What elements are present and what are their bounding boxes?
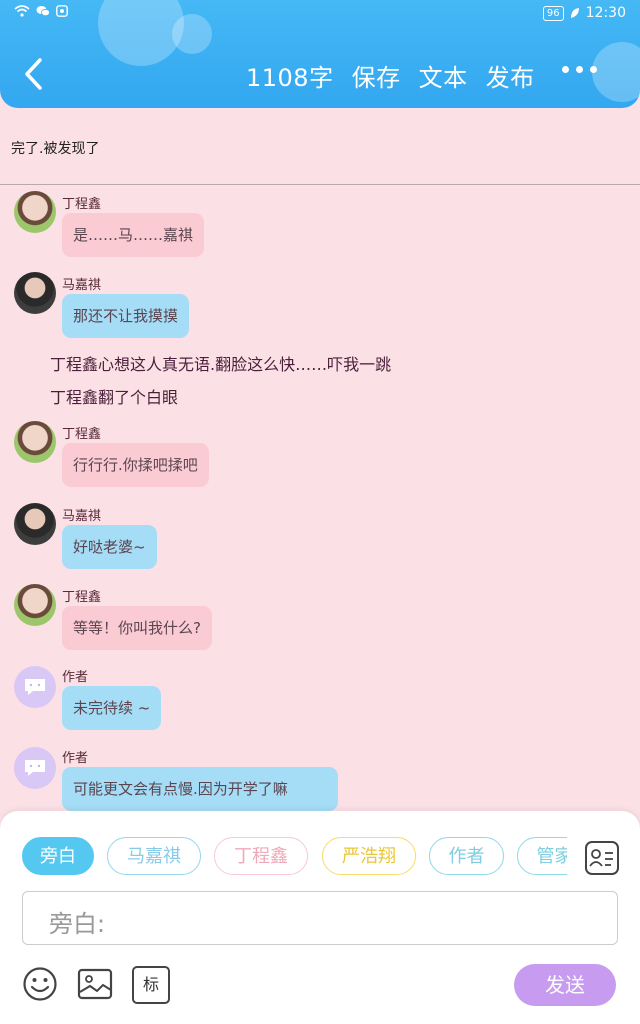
sender-name: 丁程鑫 xyxy=(62,197,102,212)
leaf-icon xyxy=(570,8,579,18)
sender-name: 作者 xyxy=(62,670,89,685)
chapter-title: 完了.被发现了 xyxy=(11,141,100,157)
chat-bubble-icon xyxy=(25,760,45,776)
status-bar: 96 12:30 xyxy=(0,0,640,26)
avatar[interactable] xyxy=(14,666,56,708)
chevron-left-icon[interactable] xyxy=(20,56,50,92)
role-chip-ma-jiaqi[interactable]: 马嘉祺 xyxy=(107,837,201,875)
role-chip-butler[interactable]: 管家 xyxy=(517,837,567,875)
top-bar: 96 12:30 1108字 保存 文本 发布 xyxy=(0,0,640,108)
app-icon xyxy=(56,5,68,17)
avatar[interactable] xyxy=(14,584,56,626)
avatar[interactable] xyxy=(14,272,56,314)
message-bubble[interactable]: 行行行.你揉吧揉吧 xyxy=(62,443,209,487)
wifi-icon xyxy=(14,5,30,17)
message-bubble[interactable]: 好哒老婆~ xyxy=(62,525,157,569)
avatar[interactable] xyxy=(14,747,56,789)
image-icon[interactable] xyxy=(77,966,113,1002)
role-chip-yan-haoxiang[interactable]: 严浩翔 xyxy=(322,837,416,875)
narration-text[interactable]: 丁程鑫心想这人真无语.翻脸这么快……吓我一跳 xyxy=(50,351,391,375)
clock: 12:30 xyxy=(585,5,626,21)
message-bubble[interactable]: 未完待续 ~ xyxy=(62,686,162,730)
message-list[interactable]: 丁程鑫 是……马……嘉祺 马嘉祺 那还不让我摸摸 丁程鑫心想这人真无语.翻脸这么… xyxy=(0,185,640,825)
avatar[interactable] xyxy=(14,191,56,233)
role-chip-ding-chengxin[interactable]: 丁程鑫 xyxy=(214,837,308,875)
emoji-icon[interactable] xyxy=(22,966,58,1002)
sender-name: 马嘉祺 xyxy=(62,509,102,524)
message-bubble[interactable]: 可能更文会有点慢.因为开学了嘛 xyxy=(62,767,338,811)
input-placeholder: 旁白: xyxy=(49,910,106,938)
role-chip-author[interactable]: 作者 xyxy=(429,837,504,875)
message-input[interactable]: 旁白: xyxy=(22,891,618,945)
wechat-icon xyxy=(36,6,50,17)
sender-name: 丁程鑫 xyxy=(62,590,102,605)
role-selector[interactable]: 旁白 马嘉祺 丁程鑫 严浩翔 作者 管家 xyxy=(22,837,567,879)
message-bubble[interactable]: 那还不让我摸摸 xyxy=(62,294,190,338)
message-bubble[interactable]: 是……马……嘉祺 xyxy=(62,213,205,257)
role-chip-narration[interactable]: 旁白 xyxy=(22,837,94,875)
more-horizontal-icon[interactable] xyxy=(562,66,597,73)
chapter-title-bar[interactable]: 完了.被发现了 xyxy=(0,108,640,185)
sender-name: 作者 xyxy=(62,751,89,766)
contact-card-icon[interactable] xyxy=(584,840,620,876)
avatar[interactable] xyxy=(14,421,56,463)
send-button[interactable]: 发送 xyxy=(514,964,616,1006)
chat-bubble-icon xyxy=(25,679,45,695)
header-actions: 1108字 保存 文本 发布 xyxy=(246,58,535,93)
avatar[interactable] xyxy=(14,503,56,545)
bubble-decoration xyxy=(592,42,640,102)
narration-text[interactable]: 丁程鑫翻了个白眼 xyxy=(50,384,178,408)
sender-name: 丁程鑫 xyxy=(62,427,102,442)
message-bubble[interactable]: 等等！你叫我什么? xyxy=(62,606,212,650)
text-button[interactable]: 文本 xyxy=(419,58,468,93)
save-button[interactable]: 保存 xyxy=(352,58,401,93)
publish-button[interactable]: 发布 xyxy=(486,58,535,93)
word-count: 1108字 xyxy=(246,64,334,92)
tag-button[interactable]: 标 xyxy=(132,966,170,1004)
battery-indicator: 96 xyxy=(542,5,564,21)
sender-name: 马嘉祺 xyxy=(62,278,102,293)
